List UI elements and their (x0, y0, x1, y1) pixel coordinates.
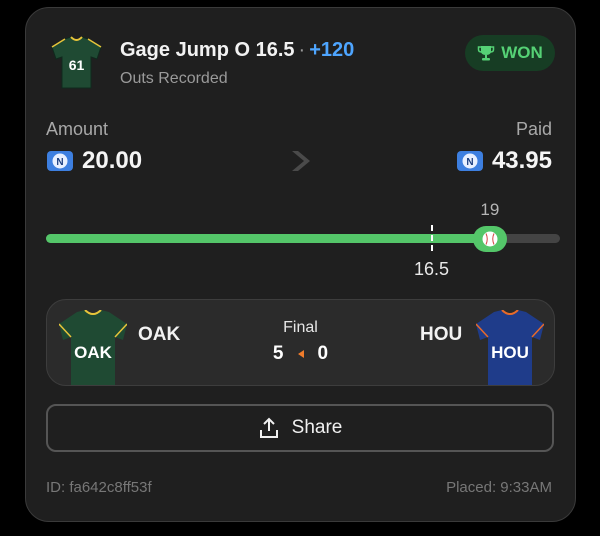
bet-id: ID: fa642c8ff53f (46, 479, 152, 496)
line-value: 16.5 (414, 259, 450, 279)
chevron-right-icon (292, 151, 310, 171)
svg-text:N: N (56, 157, 63, 168)
hou-jersey-icon: HOU (476, 310, 544, 385)
winner-arrow-icon (297, 350, 304, 358)
bet-odds: +120 (309, 39, 355, 61)
result-value: 19 (480, 200, 500, 219)
hou-jersey-text: HOU (491, 343, 529, 362)
bet-card: 61 Gage Jump O 16.5 · +120 Outs Recorded W… (25, 7, 576, 522)
status-badge: WON (465, 35, 555, 71)
share-icon (259, 417, 278, 438)
coin-icon: N (456, 151, 483, 171)
amount-value: 20.00 (82, 147, 143, 174)
home-score: 0 (317, 343, 329, 364)
paid-value: 43.95 (491, 147, 552, 174)
share-label: Share (291, 417, 343, 438)
baseball-icon (482, 231, 498, 247)
progress-fill (46, 234, 490, 243)
bet-title: Gage Jump O 16.5 (120, 39, 295, 61)
svg-text:N: N (466, 157, 473, 168)
away-score: 5 (272, 343, 284, 364)
status-label: WON (501, 43, 543, 62)
coin-icon: N (47, 151, 73, 171)
placed-time: Placed: 9:33AM (446, 479, 552, 496)
paid-row: N 43.95 (456, 147, 552, 175)
amount-row: N 20.00 (46, 147, 142, 175)
amount-label: Amount (46, 119, 109, 139)
player-jersey-number: 61 (69, 57, 85, 73)
bet-market: Outs Recorded (120, 70, 228, 87)
paid-label: Paid (515, 119, 552, 139)
title-separator: · (298, 39, 306, 61)
home-team: HOU (420, 324, 463, 345)
share-button[interactable]: Share (46, 404, 554, 452)
player-jersey-icon: 61 (51, 36, 102, 89)
progress-thumb (472, 226, 507, 252)
bet-title-row: Gage Jump O 16.5 · +120 (120, 39, 354, 62)
trophy-icon (477, 46, 495, 61)
scoreboard[interactable]: OAK OAK Final 5 0 HOU HOU (46, 299, 555, 386)
line-marker (430, 225, 433, 251)
